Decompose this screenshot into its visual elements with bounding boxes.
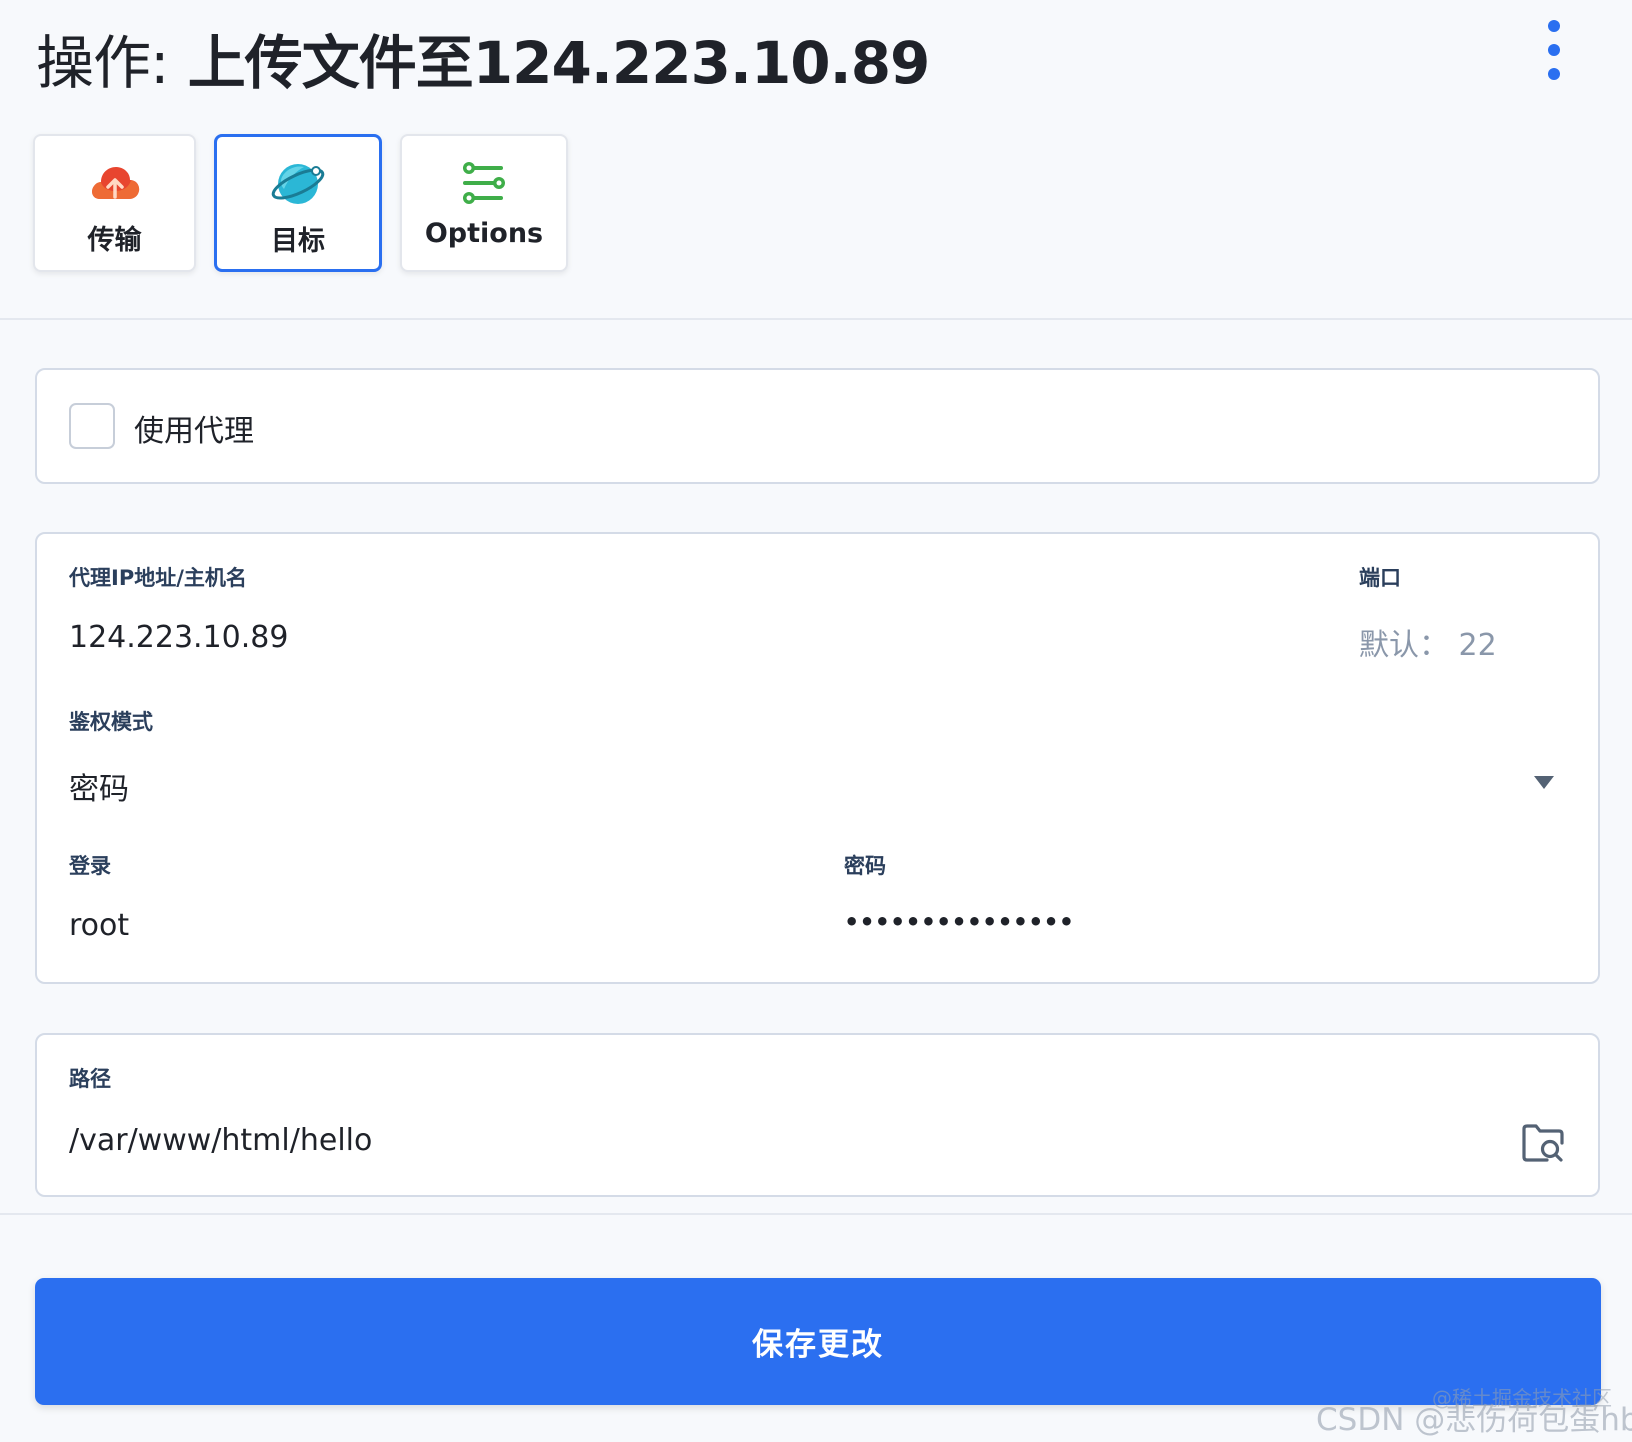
page-title-main: 上传文件至124.223.10.89 bbox=[187, 29, 931, 97]
tab-target-label: 目标 bbox=[271, 226, 325, 257]
page-title: 操作: 上传文件至124.223.10.89 bbox=[36, 16, 931, 100]
sliders-icon bbox=[454, 158, 514, 208]
port-label: 端口 bbox=[1359, 566, 1401, 590]
auth-mode-value: 密码 bbox=[69, 772, 129, 807]
tab-transfer-label: 传输 bbox=[87, 225, 142, 256]
folder-search-icon bbox=[1522, 1124, 1564, 1162]
login-label: 登录 bbox=[69, 854, 111, 878]
login-input[interactable]: root bbox=[69, 908, 129, 943]
password-label: 密码 bbox=[844, 854, 886, 878]
cloud-upload-icon bbox=[85, 158, 145, 208]
use-proxy-checkbox[interactable] bbox=[69, 403, 115, 449]
auth-mode-select[interactable]: 密码 bbox=[69, 752, 1569, 812]
path-label: 路径 bbox=[69, 1067, 111, 1091]
watermark-csdn: CSDN @悲伤荷包蛋hb bbox=[1316, 1402, 1632, 1438]
host-input[interactable]: 124.223.10.89 bbox=[69, 620, 288, 655]
password-input[interactable]: ••••••••••••••• bbox=[844, 908, 1074, 936]
planet-icon bbox=[268, 159, 328, 209]
tab-target[interactable]: 目标 bbox=[214, 134, 382, 272]
host-label: 代理IP地址/主机名 bbox=[69, 566, 247, 590]
browse-folder-button[interactable] bbox=[1521, 1121, 1565, 1163]
tab-transfer[interactable]: 传输 bbox=[33, 134, 196, 272]
path-card: 路径 /var/www/html/hello bbox=[35, 1033, 1600, 1197]
page-title-prefix: 操作: bbox=[36, 29, 170, 97]
more-vertical-icon-dot-2 bbox=[1548, 44, 1560, 56]
chevron-down-icon bbox=[1534, 776, 1554, 789]
more-vertical-icon bbox=[1548, 20, 1560, 32]
use-proxy-label: 使用代理 bbox=[134, 414, 254, 449]
auth-mode-label: 鉴权模式 bbox=[69, 710, 153, 734]
port-input[interactable]: 默认： 22 bbox=[1359, 620, 1497, 664]
connection-card: 代理IP地址/主机名 124.223.10.89 端口 默认： 22 鉴权模式 … bbox=[35, 532, 1600, 984]
more-options-button[interactable] bbox=[1534, 20, 1574, 80]
proxy-toggle-card: 使用代理 bbox=[35, 368, 1600, 484]
tab-options[interactable]: Options bbox=[400, 134, 568, 272]
path-input[interactable]: /var/www/html/hello bbox=[69, 1123, 372, 1158]
more-vertical-icon-dot-3 bbox=[1548, 68, 1560, 80]
save-changes-button[interactable]: 保存更改 bbox=[35, 1278, 1601, 1405]
tab-options-label: Options bbox=[424, 218, 544, 249]
header: 操作: 上传文件至124.223.10.89 传输 目标 Options bbox=[0, 0, 1632, 320]
